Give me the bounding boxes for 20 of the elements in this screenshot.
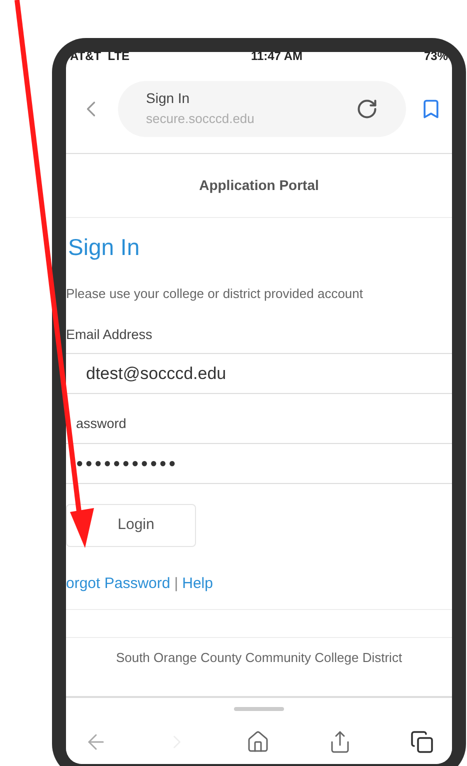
clock-label: 11:47 AM	[250, 52, 303, 62]
home-icon[interactable]	[246, 730, 270, 754]
page-url: secure.socccd.edu	[146, 110, 256, 128]
tabs-icon[interactable]	[410, 730, 434, 754]
password-field[interactable]: ●●●●●●●●●●●	[66, 442, 452, 484]
drag-handle[interactable]	[234, 707, 284, 711]
address-bar[interactable]: Sign In secure.socccd.edu	[118, 80, 406, 136]
reload-icon[interactable]	[356, 98, 378, 120]
login-button[interactable]: Login	[66, 504, 196, 546]
link-separator: |	[174, 574, 178, 594]
page-title: Sign In	[146, 89, 191, 108]
sign-in-heading: Sign In	[67, 233, 140, 262]
field-label: assword	[76, 415, 126, 434]
footer-text: South Orange County Community College District	[116, 649, 402, 667]
email-field[interactable]: dtest@socccd.edu	[66, 353, 452, 394]
help-link[interactable]: Help	[182, 572, 213, 595]
portal-header: Application Portal	[199, 176, 319, 195]
instructions-text: Please use your college or district provided account	[66, 284, 364, 303]
field-label: Email Address	[66, 326, 152, 344]
forgot-password-link[interactable]: orgot Password	[66, 572, 170, 595]
